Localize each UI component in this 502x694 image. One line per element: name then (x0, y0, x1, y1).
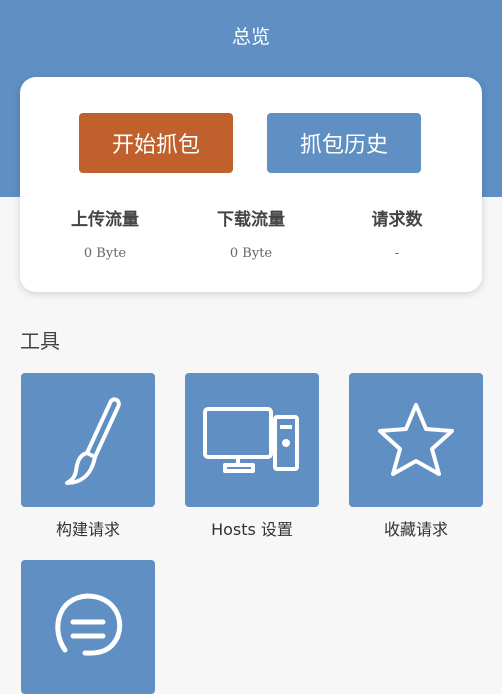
upload-value: 0 Byte (83, 246, 127, 261)
overview-card: 开始抓包 抓包历史 上传流量 0 Byte 下载流量 0 Byte 请求数 - (20, 77, 482, 292)
favorite-requests-label: 收藏请求 (383, 520, 448, 539)
start-capture-button[interactable]: 开始抓包 (79, 113, 233, 173)
star-icon (378, 403, 454, 476)
upload-stat: 上传流量 0 Byte (28, 205, 182, 261)
chat-bubble-icon (55, 593, 123, 656)
build-request-label: 构建请求 (55, 520, 120, 539)
request-count-label: 请求数 (371, 210, 423, 230)
tools-section-title: 工具 (20, 329, 60, 353)
hosts-settings-tile[interactable] (185, 373, 319, 507)
upload-label: 上传流量 (71, 210, 139, 230)
build-request-tile[interactable] (21, 373, 155, 507)
paintbrush-icon (65, 397, 121, 485)
download-stat: 下载流量 0 Byte (174, 205, 328, 261)
chat-tool-tile[interactable] (21, 560, 155, 694)
request-count-value: - (394, 246, 400, 261)
download-value: 0 Byte (229, 246, 273, 261)
favorite-requests-tile[interactable] (349, 373, 483, 507)
download-label: 下载流量 (217, 210, 285, 230)
capture-history-button[interactable]: 抓包历史 (267, 113, 421, 173)
hosts-settings-label: Hosts 设置 (211, 520, 293, 539)
request-count-stat: 请求数 - (320, 205, 474, 261)
computer-icon (203, 407, 299, 473)
page-title: 总览 (231, 26, 270, 48)
